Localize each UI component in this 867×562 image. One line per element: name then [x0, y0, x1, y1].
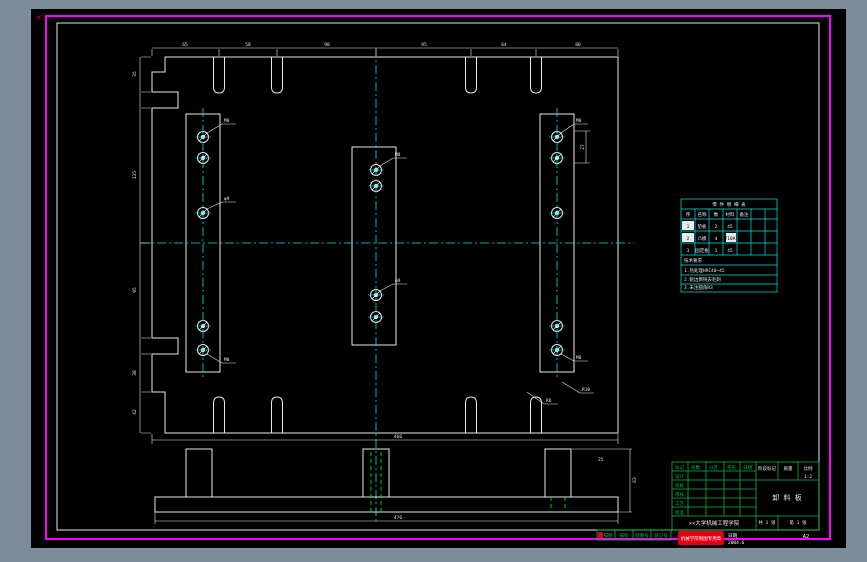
stamp-text: 机械学院制图专用章	[681, 535, 722, 542]
tb-cell: 签名	[727, 464, 736, 471]
hole-label: M8	[224, 118, 230, 124]
part-name: 卸 料 板	[772, 493, 801, 502]
table-cell: 2	[715, 224, 718, 230]
table-note: 2.锐边倒钝去毛刺	[684, 276, 721, 283]
table-cell: 固定板	[695, 247, 709, 254]
table-notes-title: 技术要求	[684, 257, 702, 264]
table-cell: 2	[687, 236, 690, 242]
dim-label: 95	[132, 287, 138, 293]
dim-label: 25	[598, 457, 604, 463]
dim-label: 35	[132, 71, 138, 77]
red-marker-icon: ✕	[36, 13, 41, 23]
table-cell: 1	[687, 224, 690, 230]
table-cell: 45	[727, 248, 733, 254]
dim-label: 98	[324, 42, 330, 48]
dim-label: 58	[245, 42, 251, 48]
dim-label: 135	[132, 171, 138, 179]
sheet-code: A2	[803, 534, 810, 540]
tb-sheets: 共 1 张	[758, 519, 776, 526]
table-note: 3.未注圆角R3	[684, 284, 713, 291]
tb-cell: 质量	[784, 465, 793, 472]
table-cell: 3	[687, 248, 690, 254]
dim-label: 65	[182, 42, 188, 48]
hole-label: M8	[395, 152, 401, 158]
table-cell: 45	[727, 224, 733, 230]
hole-label: M8	[224, 357, 230, 363]
table-cell: 凸模	[698, 235, 707, 242]
hole-label: R6	[546, 398, 552, 404]
hole-label: φ9	[224, 196, 230, 202]
table-cell: 1	[715, 248, 718, 254]
dim-label: 42	[132, 409, 138, 415]
tb-cell: 处数	[691, 464, 700, 471]
strip-red-mark	[598, 532, 603, 538]
dim-label: 64	[501, 42, 507, 48]
tb-sheet: 第 1 张	[789, 519, 807, 526]
hole-label: M8	[576, 118, 582, 124]
tb-cell: 审核	[675, 491, 684, 498]
table-cell: T10A	[725, 236, 736, 242]
org-name: ××大学机械工程学院	[689, 519, 740, 527]
cad-viewport[interactable]: ✕ 65 58 98 95 64 80 35 135 95 38 42 27 4…	[0, 0, 867, 562]
table-title: 零 件 明 细 表	[712, 201, 746, 208]
table-cell: 垫板	[698, 223, 707, 230]
tb-cell: 1:2	[804, 474, 812, 480]
dim-label: 27	[580, 144, 586, 150]
stamp-date: 2004.6	[728, 540, 745, 546]
dim-label: 466	[394, 434, 402, 440]
dim-label: 95	[421, 42, 427, 48]
tb-cell: 批准	[675, 509, 684, 516]
hole-label: φ9	[395, 278, 401, 284]
table-header: 序	[686, 211, 691, 218]
dim-label: 476	[394, 515, 402, 521]
tb-cell: 设计	[675, 473, 684, 480]
strip-cell: 装订号	[654, 532, 668, 539]
tb-cell: 比例	[804, 465, 813, 472]
tb-cell: 日期	[743, 465, 752, 471]
table-header: 材料	[726, 211, 735, 218]
table-cell: 4	[715, 236, 718, 242]
tb-cell: 校核	[675, 482, 684, 489]
tb-cell: 阶段标记	[758, 465, 776, 472]
dim-label: 63	[632, 477, 638, 483]
table-header: 名称	[698, 211, 707, 218]
strip-cell: 描校	[620, 532, 629, 539]
strip-cell: 底图号	[635, 532, 649, 539]
stamp-note: 日期	[728, 533, 737, 539]
table-header: 数	[714, 211, 719, 218]
table-note: 1.热处理HRC40~45	[684, 267, 725, 274]
tb-cell: 标记	[675, 464, 684, 471]
strip-cell: 描图	[604, 532, 613, 539]
hole-label: R10	[582, 387, 590, 393]
tb-cell: 工艺	[675, 501, 684, 507]
tb-cell: 分区	[709, 464, 718, 471]
dim-label: 80	[575, 42, 581, 48]
hole-label: M8	[576, 355, 582, 361]
dim-label: 38	[132, 370, 138, 376]
table-header: 备注	[740, 211, 749, 218]
